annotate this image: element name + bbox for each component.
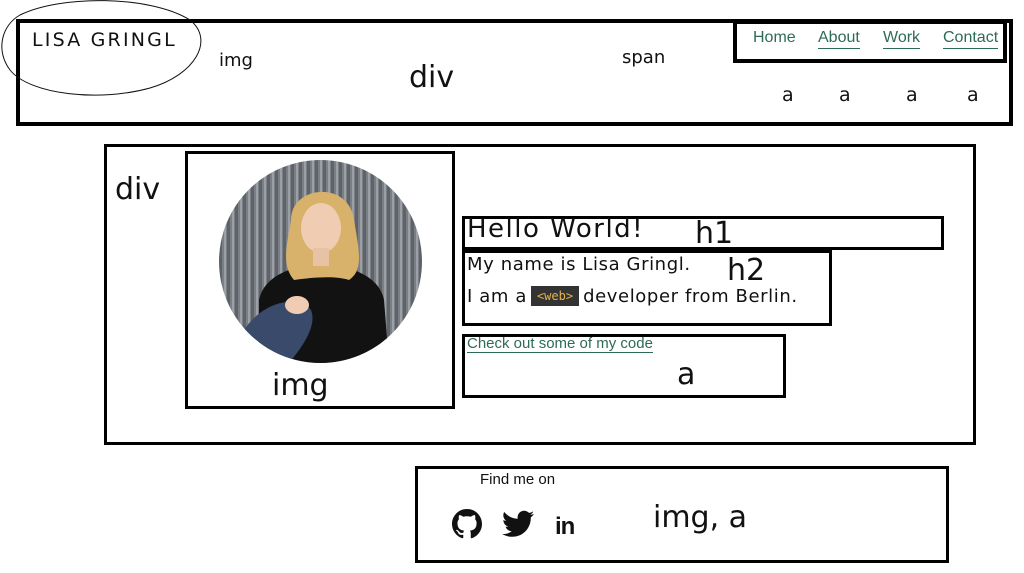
profile-photo	[219, 160, 422, 363]
logo-sketch-ellipse	[1, 0, 202, 96]
annotation-a: a	[782, 84, 794, 106]
nav-link-contact[interactable]: Contact	[943, 29, 999, 49]
annotation-a: a	[967, 84, 979, 106]
main-heading: Hello World!	[467, 214, 645, 244]
twitter-icon[interactable]	[502, 510, 534, 538]
find-me-on-label: Find me on	[480, 471, 556, 488]
logo[interactable]: LISA GRINGL	[32, 29, 177, 51]
annotation-span: span	[622, 47, 666, 68]
annotation-h1: h1	[695, 216, 734, 251]
annotation-img: img	[219, 50, 253, 71]
code-link[interactable]: Check out some of my code	[467, 336, 653, 353]
annotation-div: div	[409, 60, 455, 95]
subheading-line-2: I am a <web> developer from Berlin.	[467, 286, 798, 307]
annotation-a: a	[677, 357, 696, 392]
annotation-img-a: img, a	[653, 500, 748, 535]
linkedin-icon[interactable]: in	[555, 513, 575, 541]
subheading-prefix: I am a	[467, 286, 527, 307]
nav-link-about[interactable]: About	[818, 29, 860, 49]
nav-link-work[interactable]: Work	[883, 29, 921, 49]
annotation-a: a	[906, 84, 918, 106]
annotation-div: div	[115, 172, 161, 207]
annotation-img: img	[272, 368, 329, 403]
annotation-a: a	[839, 84, 851, 106]
web-badge: <web>	[530, 286, 580, 306]
nav-link-home[interactable]: Home	[753, 29, 796, 48]
subheading-suffix: developer from Berlin.	[583, 286, 798, 307]
github-icon[interactable]	[452, 509, 482, 539]
annotation-h2: h2	[727, 253, 766, 288]
subheading-line-1: My name is Lisa Gringl.	[467, 254, 691, 275]
